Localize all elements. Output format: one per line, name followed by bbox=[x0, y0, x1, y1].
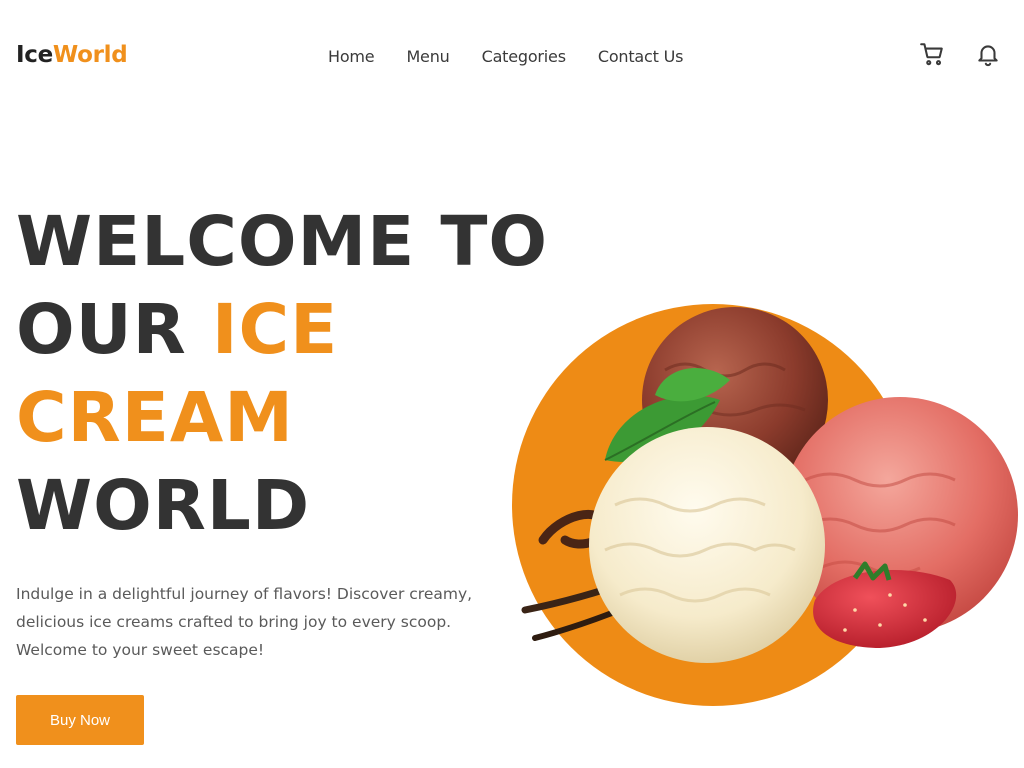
notifications-button[interactable] bbox=[975, 41, 1001, 67]
ice-cream-illustration bbox=[512, 304, 1018, 706]
hero-headline-line2: OUR bbox=[16, 290, 212, 370]
hero-description: Indulge in a delightful journey of flavo… bbox=[16, 585, 473, 659]
brand-logo[interactable]: IceWorld bbox=[16, 42, 128, 68]
cart-button[interactable] bbox=[919, 41, 945, 67]
nav-item-home[interactable]: Home bbox=[328, 47, 375, 66]
hero-headline-line4: WORLD bbox=[16, 466, 311, 546]
nav-item-contact-us[interactable]: Contact Us bbox=[598, 47, 684, 66]
hero-headline-highlight-ice: ICE bbox=[211, 290, 339, 370]
hero-headline: WELCOME TO OUR ICE CREAM WORLD bbox=[16, 198, 548, 550]
buy-now-button[interactable]: Buy Now bbox=[16, 695, 144, 745]
main-nav: Home Menu Categories Contact Us bbox=[328, 47, 683, 66]
hero-headline-line1: WELCOME TO bbox=[16, 202, 549, 282]
nav-item-categories[interactable]: Categories bbox=[482, 47, 566, 66]
brand-logo-part2: World bbox=[52, 42, 128, 68]
cart-icon bbox=[920, 43, 943, 66]
hero-headline-highlight-cream: CREAM bbox=[16, 378, 294, 458]
brand-logo-part1: Ice bbox=[16, 42, 53, 68]
bell-icon bbox=[978, 45, 998, 67]
nav-item-menu[interactable]: Menu bbox=[406, 47, 449, 66]
